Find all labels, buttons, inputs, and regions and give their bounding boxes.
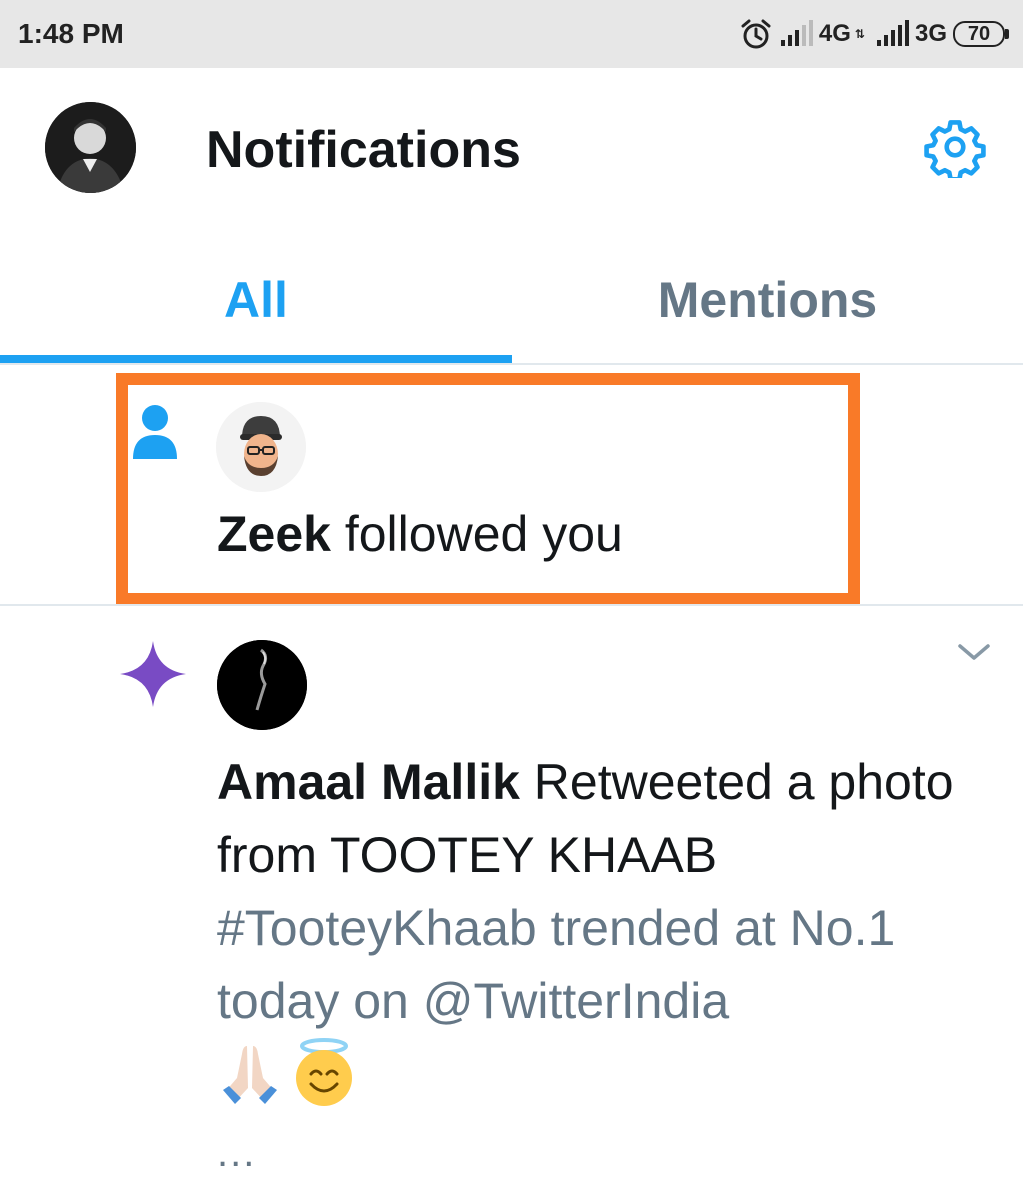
status-bar: 1:48 PM 4G ⇅ 3G 70 — [0, 0, 1023, 68]
tab-all[interactable]: All — [0, 235, 512, 365]
tweet-body: #TooteyKhaab trended at No.1 today on @T… — [217, 900, 896, 1029]
gear-icon — [924, 116, 986, 183]
battery-level: 70 — [953, 21, 1005, 47]
alarm-icon — [739, 17, 773, 51]
app-header: Notifications — [0, 68, 1023, 228]
more-options-button[interactable] — [952, 632, 996, 676]
tab-selected-indicator — [0, 355, 512, 363]
folded-hands-emoji — [217, 1040, 283, 1111]
status-time: 1:48 PM — [18, 18, 124, 49]
data-arrows-icon: ⇅ — [854, 27, 865, 41]
highlight-box — [116, 373, 860, 605]
battery-icon: 70 — [953, 21, 1009, 47]
notification-tabs: All Mentions — [0, 235, 1023, 365]
signal-icon — [779, 20, 813, 48]
page-title: Notifications — [206, 121, 521, 179]
network-type-label: 3G — [914, 20, 947, 47]
notification-retweet[interactable]: Amaal Mallik Retweeted a photo from TOOT… — [0, 606, 1023, 1200]
profile-avatar[interactable] — [45, 102, 136, 193]
smiling-halo-emoji — [291, 1037, 357, 1113]
status-icons: 4G ⇅ 3G 70 — [739, 16, 1009, 52]
tab-mentions[interactable]: Mentions — [512, 235, 1023, 365]
sparkle-icon — [118, 639, 188, 709]
retweet-notification-text: Amaal Mallik Retweeted a photo from TOOT… — [217, 746, 977, 892]
chevron-down-icon — [957, 642, 991, 667]
settings-button[interactable] — [920, 116, 990, 182]
signal-icon — [875, 20, 909, 48]
tweet-emojis — [217, 1037, 357, 1113]
show-more-ellipsis[interactable]: ... — [217, 1131, 256, 1176]
network-type-label: 4G — [818, 20, 851, 47]
retweeter-avatar[interactable] — [217, 640, 307, 730]
notification-follow[interactable]: Zeek followed you — [0, 365, 1023, 605]
retweeter-name[interactable]: Amaal Mallik — [217, 754, 520, 810]
